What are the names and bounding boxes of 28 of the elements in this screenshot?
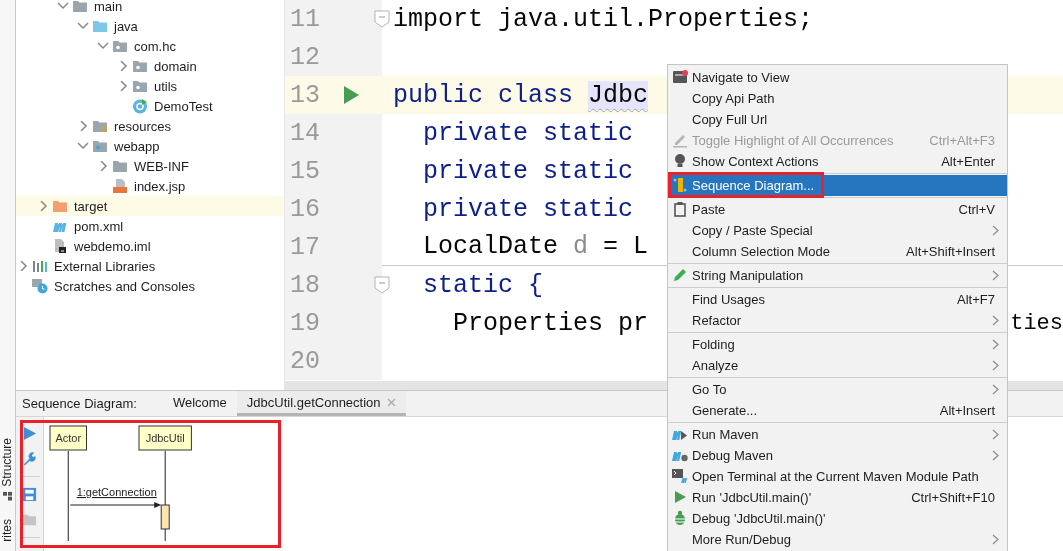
line-number: 16 [290, 194, 321, 224]
shortcut-label: Ctrl+V [958, 202, 995, 217]
line-number: 13 [290, 80, 321, 110]
code-fragment: ties [1010, 310, 1063, 336]
message-label: 1:getConnection [76, 486, 157, 498]
line-number: 14 [290, 118, 321, 148]
line-number: 17 [290, 232, 321, 262]
shortcut-label: Alt+Enter [941, 154, 995, 169]
code-line: LocalDate d = L [422, 232, 649, 261]
code-line: private static [422, 194, 634, 224]
code-line: import java.util.Properties; [393, 4, 814, 34]
line-number: 19 [290, 308, 321, 338]
code-line: Properties pr [452, 308, 649, 338]
line-number: 11 [290, 4, 321, 34]
code-line: public class Jdbc [393, 80, 649, 110]
shortcut-label: Ctrl+Alt+F3 [929, 133, 995, 148]
shortcut-label: Ctrl+Shift+F10 [911, 490, 995, 505]
line-number: 15 [290, 156, 321, 186]
line-number: 12 [290, 42, 321, 72]
shortcut-label: Alt+Shift+Insert [906, 244, 995, 259]
code-line: private static [422, 118, 634, 148]
line-number: 18 [290, 270, 321, 300]
code-line: static { [422, 270, 544, 300]
shortcut-label: Alt+Insert [939, 403, 995, 418]
code-line: private static [422, 156, 634, 186]
panel-title: Sequence Diagram: [21, 395, 137, 413]
line-number: 20 [290, 346, 321, 376]
shortcut-label: Alt+F7 [957, 292, 995, 307]
